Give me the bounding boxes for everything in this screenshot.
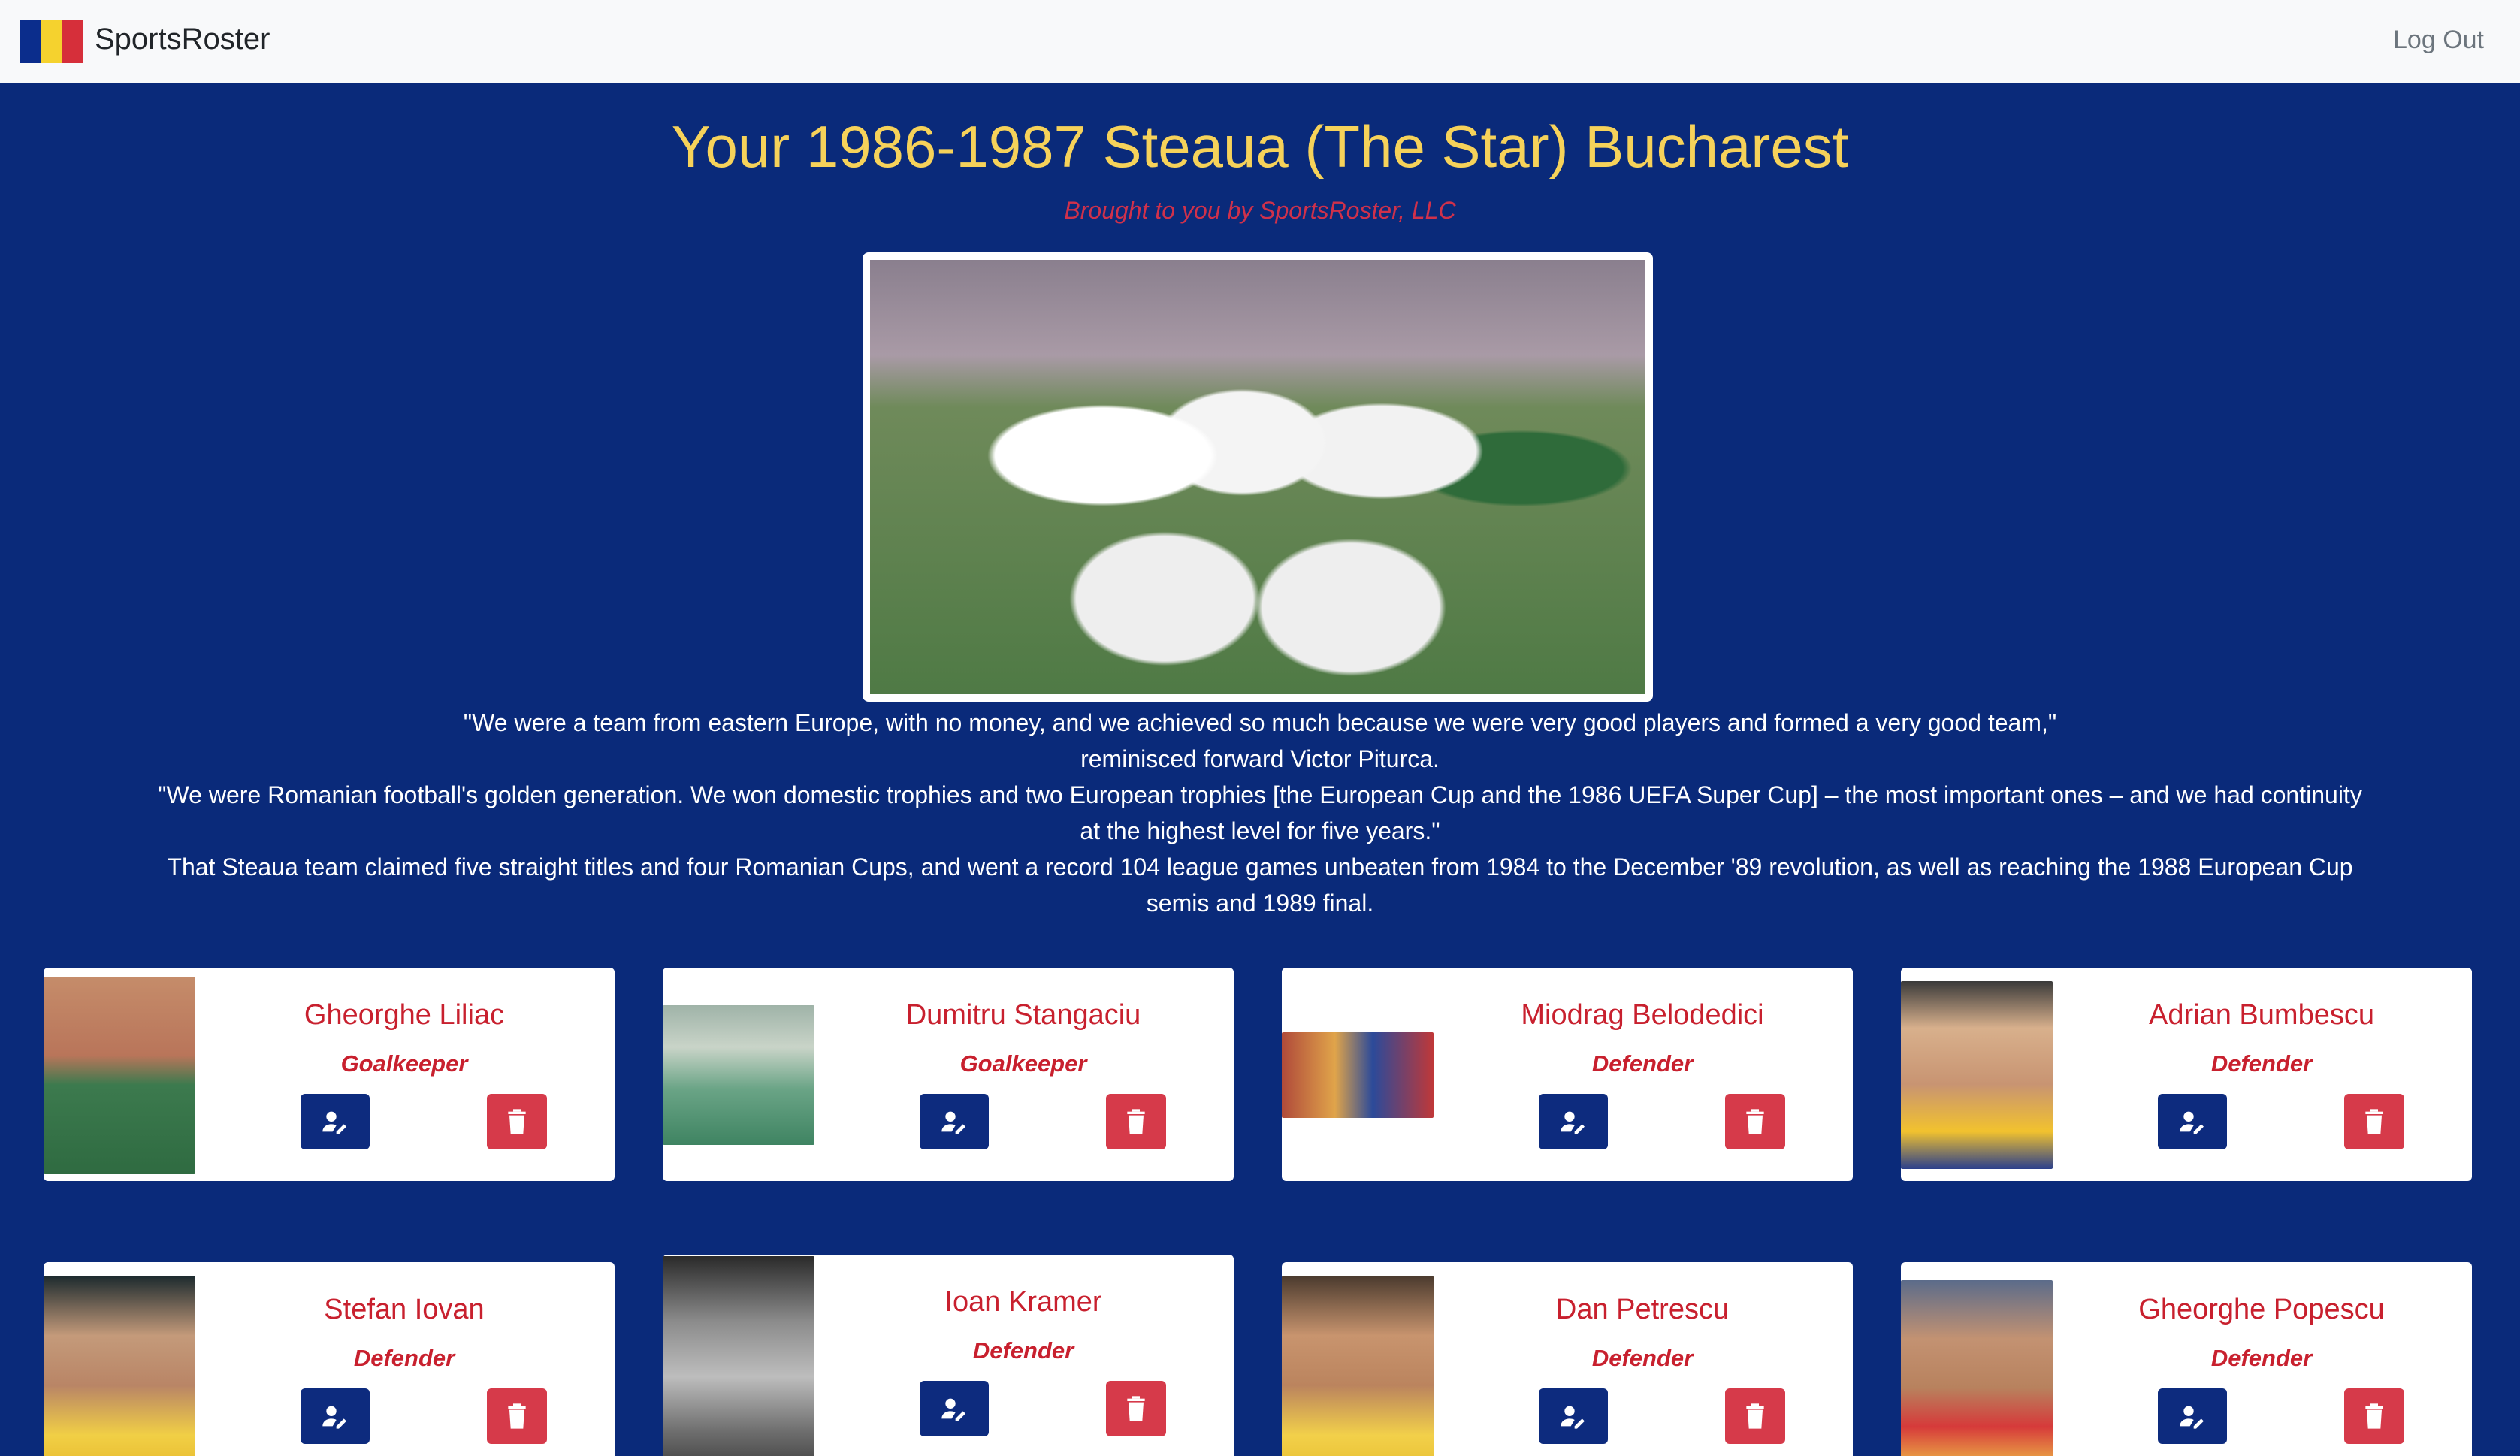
player-photo	[1282, 1032, 1434, 1118]
player-position: Defender	[1591, 1345, 1694, 1371]
player-name: Stefan Iovan	[324, 1294, 485, 1325]
player-name: Adrian Bumbescu	[2149, 999, 2374, 1031]
user-edit-icon	[941, 1111, 965, 1134]
page-title: Your 1986-1987 Steaua (The Star) Buchare…	[671, 113, 1849, 180]
player-position: Goalkeeper	[959, 1050, 1087, 1077]
flag-yellow-stripe	[41, 20, 62, 63]
quote-line-4: That Steaua team claimed five straight t…	[167, 853, 2353, 917]
trash-icon	[1127, 1109, 1145, 1134]
quote-line-2: reminisced forward Victor Piturca.	[1080, 745, 1440, 772]
flag-blue-stripe	[20, 20, 41, 63]
player-name: Dan Petrescu	[1555, 1294, 1730, 1325]
trash-icon	[508, 1403, 526, 1429]
delete-player-button[interactable]	[1106, 1381, 1166, 1436]
edit-player-button[interactable]	[1539, 1094, 1608, 1149]
player-name: Dumitru Stangaciu	[905, 999, 1141, 1031]
delete-player-button[interactable]	[2344, 1094, 2404, 1149]
player-name: Ioan Kramer	[944, 1286, 1102, 1318]
edit-player-button[interactable]	[301, 1388, 370, 1444]
edit-player-button[interactable]	[1539, 1388, 1608, 1444]
player-name: Gheorghe Popescu	[2138, 1294, 2385, 1325]
delete-player-button[interactable]	[487, 1094, 547, 1149]
player-card: Stefan Iovan Defender	[44, 1262, 615, 1456]
edit-player-button[interactable]	[2158, 1388, 2227, 1444]
page-subtitle: Brought to you by SportsRoster, LLC	[1064, 197, 1456, 224]
player-photo	[1901, 1280, 2053, 1456]
player-card: Dan Petrescu Defender	[1282, 1262, 1853, 1456]
quote-line-3: "We were Romanian football's golden gene…	[158, 781, 2362, 844]
brand-name[interactable]: SportsRoster	[95, 23, 270, 56]
trash-icon	[508, 1109, 526, 1134]
player-photo	[663, 1005, 814, 1145]
user-edit-icon	[1561, 1111, 1585, 1134]
team-quote: "We were a team from eastern Europe, wit…	[150, 705, 2370, 921]
quote-line-1: "We were a team from eastern Europe, wit…	[463, 709, 2057, 736]
player-card: Ioan Kramer Defender	[663, 1255, 1234, 1456]
team-photo-image	[870, 260, 1645, 694]
edit-player-button[interactable]	[920, 1381, 989, 1436]
player-position: Goalkeeper	[340, 1050, 468, 1077]
player-position: Defender	[972, 1337, 1074, 1364]
trash-icon	[2365, 1403, 2383, 1429]
player-photo	[44, 1276, 195, 1456]
user-edit-icon	[2180, 1406, 2204, 1429]
delete-player-button[interactable]	[2344, 1388, 2404, 1444]
user-edit-icon	[941, 1398, 965, 1421]
romania-flag-logo[interactable]	[20, 20, 83, 63]
team-photo	[863, 252, 1653, 702]
user-edit-icon	[322, 1406, 346, 1429]
player-name: Gheorghe Liliac	[304, 999, 505, 1031]
logout-link[interactable]: Log Out	[2393, 26, 2484, 55]
trash-icon	[2365, 1109, 2383, 1134]
player-photo	[1901, 981, 2053, 1169]
trash-icon	[1746, 1109, 1764, 1134]
player-card: Adrian Bumbescu Defender	[1901, 968, 2472, 1181]
player-card: Gheorghe Liliac Goalkeeper	[44, 968, 615, 1181]
edit-player-button[interactable]	[2158, 1094, 2227, 1149]
player-card: Gheorghe Popescu Defender	[1901, 1262, 2472, 1456]
player-photo	[1282, 1276, 1434, 1456]
delete-player-button[interactable]	[1106, 1094, 1166, 1149]
player-card: Miodrag Belodedici Defender	[1282, 968, 1853, 1181]
player-name: Miodrag Belodedici	[1521, 999, 1764, 1031]
player-position: Defender	[2210, 1050, 2313, 1077]
navbar: SportsRoster Log Out	[0, 0, 2520, 83]
edit-player-button[interactable]	[301, 1094, 370, 1149]
user-edit-icon	[1561, 1406, 1585, 1429]
edit-player-button[interactable]	[920, 1094, 989, 1149]
trash-icon	[1746, 1403, 1764, 1429]
delete-player-button[interactable]	[487, 1388, 547, 1444]
delete-player-button[interactable]	[1725, 1388, 1785, 1444]
player-photo	[44, 977, 195, 1174]
user-edit-icon	[2180, 1111, 2204, 1134]
player-position: Defender	[353, 1345, 455, 1371]
trash-icon	[1127, 1396, 1145, 1421]
player-position: Defender	[2210, 1345, 2313, 1371]
player-card: Dumitru Stangaciu Goalkeeper	[663, 968, 1234, 1181]
delete-player-button[interactable]	[1725, 1094, 1785, 1149]
player-photo	[663, 1256, 814, 1456]
flag-red-stripe	[62, 20, 83, 63]
user-edit-icon	[322, 1111, 346, 1134]
player-position: Defender	[1591, 1050, 1694, 1077]
